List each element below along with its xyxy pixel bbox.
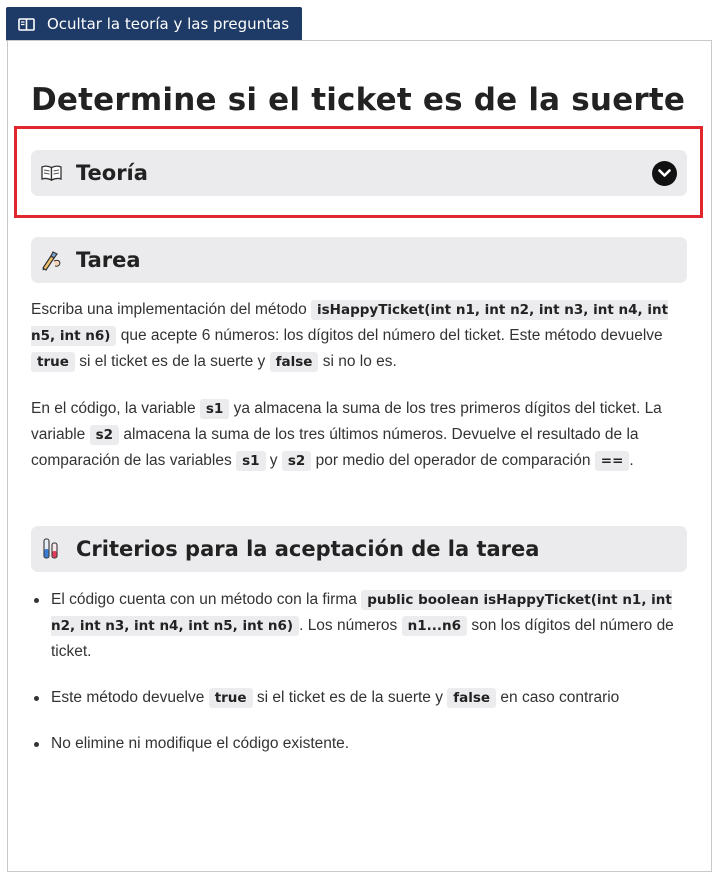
- inline-code: s1: [236, 451, 266, 471]
- inline-code: s1: [199, 399, 230, 419]
- theory-section-header[interactable]: Teoría: [31, 150, 687, 196]
- flask-icon: [40, 538, 62, 560]
- inline-code: s2: [89, 425, 120, 445]
- task-paragraph-2: En el código, la variable s1 ya almacena…: [31, 399, 662, 471]
- inline-code: false: [447, 688, 497, 708]
- hide-theory-button[interactable]: Ocultar la teoría y las preguntas: [6, 7, 302, 41]
- task-paragraph-1: Escriba una implementación del método is…: [31, 300, 669, 372]
- criteria-section-header: Criterios para la aceptación de la tarea: [31, 526, 687, 572]
- theory-title: Teoría: [76, 161, 148, 185]
- page-title: Determine si el ticket es de la suerte: [31, 82, 686, 118]
- inline-code: n1...n6: [401, 616, 468, 636]
- open-book-icon: [40, 162, 62, 184]
- criteria-title: Criterios para la aceptación de la tarea: [76, 537, 540, 561]
- inline-code: s2: [281, 451, 312, 471]
- book-panel-icon: [18, 17, 35, 31]
- criteria-list: El código cuenta con un método con la fi…: [31, 587, 691, 757]
- inline-code: true: [208, 688, 253, 708]
- list-item: No elimine ni modifique el código existe…: [31, 731, 691, 757]
- task-section-header: Tarea: [31, 237, 687, 283]
- chevron-down-icon[interactable]: [652, 161, 677, 186]
- inline-code: false: [269, 352, 319, 372]
- inline-code: ==: [594, 451, 630, 471]
- list-item: Este método devuelve true si el ticket e…: [31, 685, 691, 711]
- task-title: Tarea: [76, 248, 141, 272]
- hide-theory-label: Ocultar la teoría y las preguntas: [47, 15, 290, 33]
- list-item: El código cuenta con un método con la fi…: [31, 587, 691, 665]
- pen-hand-icon: [40, 249, 62, 271]
- inline-code: true: [31, 352, 75, 372]
